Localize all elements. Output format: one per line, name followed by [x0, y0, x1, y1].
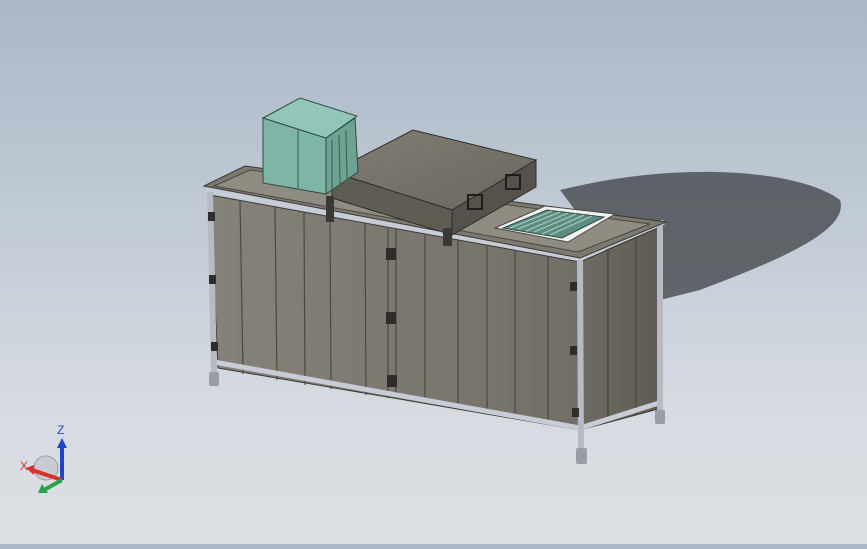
y-axis [43, 478, 63, 492]
z-axis-label: Z [57, 423, 64, 437]
orientation-triad[interactable]: Z X [18, 420, 78, 500]
cad-viewport[interactable]: Z X [0, 0, 867, 544]
cabinet-side [579, 225, 663, 431]
x-axis-label: X [20, 459, 28, 473]
model-view [202, 97, 841, 464]
z-arrowhead [57, 438, 67, 448]
